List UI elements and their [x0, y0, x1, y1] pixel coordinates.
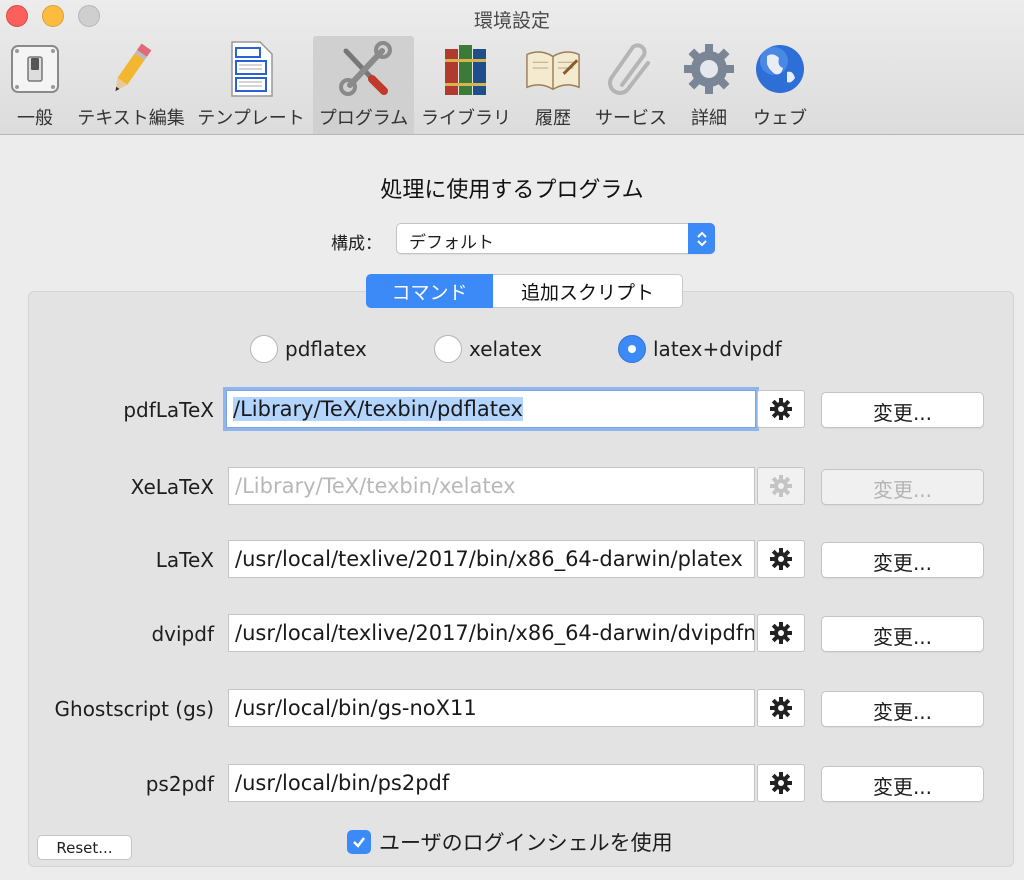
radio-button[interactable] [434, 335, 462, 363]
section-title: 処理に使用するプログラム [380, 178, 644, 203]
toolbar-item-label: サービス [595, 108, 667, 129]
latex-path-field[interactable]: /usr/local/texlive/2017/bin/x86_64-darwi… [228, 540, 755, 578]
paperclip-icon [603, 40, 659, 98]
radio-xelatex[interactable]: xelatex [434, 335, 542, 363]
row-label-xelatex: XeLaTeX [130, 475, 214, 499]
config-select-value: デフォルト [409, 233, 494, 253]
toolbar-item-label: テキスト編集 [77, 108, 185, 129]
pdflatex-change-button[interactable]: 変更... [821, 392, 984, 428]
ps2pdf-path-field[interactable]: /usr/local/bin/ps2pdf [228, 764, 755, 802]
gear-icon [770, 697, 792, 719]
radio-button[interactable] [618, 335, 646, 363]
latex-options-button[interactable] [757, 540, 805, 578]
toolbar-item-programs[interactable]: プログラム [313, 36, 414, 134]
row-label-pdflatex: pdfLaTeX [123, 398, 214, 422]
xelatex-path-field[interactable]: /Library/TeX/texbin/xelatex [228, 467, 755, 505]
row-label-latex: LaTeX [155, 548, 214, 572]
open-book-icon [525, 40, 581, 98]
radio-label: xelatex [469, 337, 542, 361]
pdflatex-path-field[interactable]: /Library/TeX/texbin/pdflatex [226, 390, 756, 428]
ps2pdf-change-button[interactable]: 変更... [821, 766, 984, 802]
ghostscript-options-button[interactable] [757, 689, 805, 727]
toolbar-item-label: プログラム [318, 108, 409, 129]
radio-label: latex+dvipdf [653, 337, 782, 361]
chevron-up-down-icon [688, 223, 715, 254]
ghostscript-path-field[interactable]: /usr/local/bin/gs-noX11 [228, 689, 755, 727]
window-toolbar: 環境設定 一般 テキスト編集 テンプレート プログラム ライブラリ 履歴 サービ… [0, 0, 1024, 135]
row-label-dvipdf: dvipdf [151, 622, 214, 646]
window-title: 環境設定 [473, 10, 550, 32]
document-template-icon [223, 40, 279, 98]
checkmark-icon [353, 837, 365, 848]
tab-additional-scripts[interactable]: 追加スクリプト [493, 274, 683, 308]
toolbar-item-label: ウェブ [753, 108, 807, 129]
ps2pdf-options-button[interactable] [757, 764, 805, 802]
path-text: /Library/TeX/texbin/pdflatex [233, 397, 523, 421]
toolbar-item-label: ライブラリ [421, 108, 511, 129]
radio-label: pdflatex [285, 337, 367, 361]
toolbar-item-label: 履歴 [535, 108, 571, 129]
dvipdf-options-button[interactable] [757, 614, 805, 652]
toolbar-item-services[interactable]: サービス [594, 36, 668, 134]
books-icon [438, 40, 494, 98]
tab-commands[interactable]: コマンド [366, 274, 493, 308]
login-shell-option[interactable]: ユーザのログインシェルを使用 [347, 827, 673, 857]
toolbar-item-web[interactable]: ウェブ [748, 36, 812, 134]
toolbar-item-general[interactable]: 一般 [2, 36, 68, 134]
dvipdf-path-field[interactable]: /usr/local/texlive/2017/bin/x86_64-darwi… [228, 614, 755, 652]
toolbar-item-templates[interactable]: テンプレート [196, 36, 306, 134]
radio-button[interactable] [250, 335, 278, 363]
ghostscript-change-button[interactable]: 変更... [821, 691, 984, 727]
xelatex-options-button[interactable] [757, 467, 805, 505]
latex-change-button[interactable]: 変更... [821, 542, 984, 578]
config-select[interactable]: デフォルト [396, 223, 715, 254]
dvipdf-change-button[interactable]: 変更... [821, 616, 984, 652]
gear-icon [770, 398, 792, 420]
pencil-icon [103, 40, 159, 98]
reset-button[interactable]: Reset... [37, 835, 132, 860]
toolbar-item-history[interactable]: 履歴 [520, 36, 586, 134]
gear-icon [770, 772, 792, 794]
radio-pdflatex[interactable]: pdflatex [250, 335, 367, 363]
xelatex-change-button[interactable]: 変更... [821, 469, 984, 505]
gear-icon [770, 475, 792, 497]
toolbar-item-library[interactable]: ライブラリ [420, 36, 512, 134]
toolbar-item-label: テンプレート [197, 108, 305, 129]
gear-icon [770, 622, 792, 644]
toolbar-item-label: 一般 [17, 108, 53, 129]
radio-latex-dvipdf[interactable]: latex+dvipdf [618, 335, 782, 363]
login-shell-checkbox[interactable] [347, 830, 371, 854]
tools-icon [336, 40, 392, 98]
gear-icon [681, 40, 737, 98]
login-shell-label: ユーザのログインシェルを使用 [379, 831, 673, 855]
row-label-ghostscript: Ghostscript (gs) [54, 697, 214, 721]
globe-icon [752, 40, 808, 98]
pdflatex-options-button[interactable] [757, 390, 805, 428]
toolbar-item-label: 詳細 [691, 108, 727, 129]
config-label: 構成： [331, 234, 382, 254]
switch-icon [7, 40, 63, 98]
row-label-ps2pdf: ps2pdf [145, 772, 214, 796]
toolbar-item-text-editing[interactable]: テキスト編集 [76, 36, 186, 134]
gear-icon [770, 548, 792, 570]
toolbar-item-advanced[interactable]: 詳細 [678, 36, 740, 134]
